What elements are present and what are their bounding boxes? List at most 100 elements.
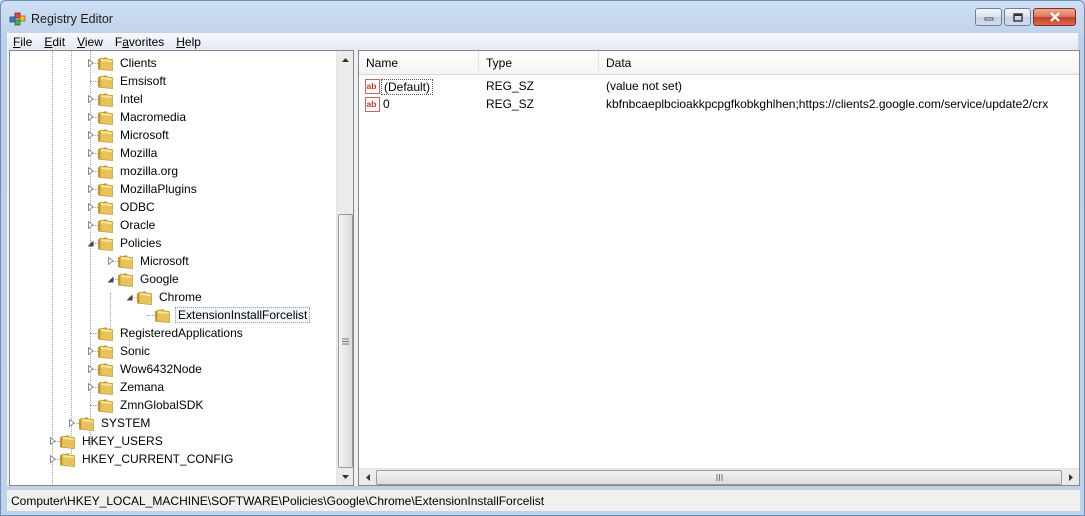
expand-arrow-icon[interactable]	[48, 437, 57, 446]
close-button[interactable]	[1033, 8, 1076, 26]
tree-item-label: MozillaPlugins	[120, 182, 197, 196]
tree-item-label: Policies	[120, 236, 162, 250]
list-header: Name Type Data	[359, 51, 1079, 75]
tree-item[interactable]: Macromedia	[86, 108, 188, 126]
title-bar[interactable]: Registry Editor	[1, 1, 1084, 33]
menu-view[interactable]: View	[71, 35, 109, 49]
column-header-data[interactable]: Data	[599, 51, 1079, 75]
scroll-up-arrow[interactable]	[337, 51, 353, 68]
key-tree: Clients Emsisoft Intel Macromedia Microsoft M…	[10, 51, 335, 485]
list-scroll-thumb[interactable]	[376, 470, 1062, 485]
tree-item[interactable]: Zemana	[86, 378, 166, 396]
tree-item-label: Microsoft	[140, 254, 189, 268]
tree-item[interactable]: Microsoft	[86, 126, 171, 144]
tree-item[interactable]: RegisteredApplications	[86, 324, 245, 342]
key-tree-pane[interactable]: Clients Emsisoft Intel Macromedia Microsoft M…	[9, 50, 354, 486]
value-name: 0	[383, 97, 390, 111]
tree-item[interactable]: Policies	[86, 234, 163, 252]
tree-vertical-scrollbar[interactable]	[336, 51, 353, 485]
tree-item[interactable]: Mozilla	[86, 144, 159, 162]
registry-editor-icon	[9, 12, 26, 26]
tree-item[interactable]: mozilla.org	[86, 162, 180, 180]
tree-item[interactable]: Clients	[86, 54, 159, 72]
expand-arrow-icon[interactable]	[86, 95, 95, 104]
folder-icon	[97, 92, 114, 107]
tree-item-label: Oracle	[120, 218, 156, 232]
menu-file[interactable]: File	[7, 35, 38, 49]
tree-item[interactable]: Emsisoft	[86, 72, 168, 90]
tree-item[interactable]: HKEY_USERS	[48, 432, 165, 450]
tree-item[interactable]: HKEY_CURRENT_CONFIG	[48, 450, 235, 468]
folder-icon	[97, 380, 114, 395]
expand-arrow-icon[interactable]	[86, 185, 95, 194]
tree-item[interactable]: ZmnGlobalSDK	[86, 396, 205, 414]
expand-arrow-icon[interactable]	[86, 131, 95, 140]
expand-arrow-icon[interactable]	[86, 383, 95, 392]
collapse-arrow-icon[interactable]	[106, 275, 115, 284]
list-horizontal-scrollbar[interactable]	[359, 468, 1079, 485]
folder-icon	[97, 362, 114, 377]
maximize-button[interactable]	[1004, 8, 1031, 26]
menu-favorites[interactable]: Favorites	[109, 35, 170, 49]
value-data: kbfnbcaeplbcioakkpcpgfkobkghlhen;https:/…	[606, 97, 1049, 111]
expand-arrow-icon[interactable]	[48, 455, 57, 464]
string-value-icon: ab	[365, 79, 380, 94]
folder-icon	[136, 290, 153, 305]
menu-edit[interactable]: Edit	[38, 35, 71, 49]
expand-arrow-icon[interactable]	[86, 149, 95, 158]
tree-scroll-thumb[interactable]	[338, 214, 353, 468]
client-area: Clients Emsisoft Intel Macromedia Microsoft M…	[7, 50, 1080, 486]
tree-connector-line	[71, 51, 72, 464]
values-list-pane[interactable]: Name Type Data ab (Default) REG_SZ (valu…	[358, 50, 1080, 486]
tree-item[interactable]: MozillaPlugins	[86, 180, 199, 198]
expand-arrow-icon[interactable]	[86, 167, 95, 176]
expand-arrow-icon[interactable]	[86, 221, 95, 230]
expand-arrow-icon[interactable]	[106, 257, 115, 266]
tree-item[interactable]: Intel	[86, 90, 145, 108]
expand-arrow-icon[interactable]	[86, 113, 95, 122]
tree-item[interactable]: ExtensionInstallForcelist	[143, 306, 311, 324]
tree-item[interactable]: SYSTEM	[67, 414, 152, 432]
svg-text:ab: ab	[367, 81, 377, 91]
triangle-down-icon	[342, 474, 349, 479]
expand-arrow-icon[interactable]	[86, 59, 95, 68]
tree-item[interactable]: Google	[106, 270, 181, 288]
tree-item[interactable]: Sonic	[86, 342, 152, 360]
tree-item-label: mozilla.org	[120, 164, 179, 178]
tree-item[interactable]: Microsoft	[106, 252, 191, 270]
collapse-arrow-icon[interactable]	[86, 239, 95, 248]
folder-icon	[154, 308, 171, 323]
scroll-left-arrow[interactable]	[359, 469, 376, 485]
value-row-default[interactable]: ab (Default) REG_SZ (value not set)	[359, 78, 1079, 96]
value-row-0[interactable]: ab 0 REG_SZ kbfnbcaeplbcioakkpcpgfkobkgh…	[359, 96, 1079, 114]
tree-item-label: Macromedia	[120, 110, 187, 124]
status-path: Computer\HKEY_LOCAL_MACHINE\SOFTWARE\Pol…	[11, 493, 545, 508]
tree-item-label: HKEY_CURRENT_CONFIG	[82, 452, 234, 466]
tree-item-label: ZmnGlobalSDK	[120, 398, 204, 412]
scroll-right-arrow[interactable]	[1062, 469, 1079, 485]
menu-help[interactable]: Help	[170, 35, 207, 49]
folder-icon	[78, 416, 95, 431]
folder-icon	[117, 254, 134, 269]
tree-item[interactable]: Oracle	[86, 216, 157, 234]
tree-item[interactable]: Chrome	[125, 288, 204, 306]
expand-arrow-icon[interactable]	[86, 347, 95, 356]
expand-arrow-icon[interactable]	[86, 365, 95, 374]
tree-item-label: Chrome	[159, 290, 202, 304]
registry-editor-window: Registry Editor File Edit View Favorites…	[0, 0, 1085, 516]
minimize-button[interactable]	[975, 8, 1002, 26]
expand-arrow-icon[interactable]	[86, 203, 95, 212]
folder-icon	[97, 146, 114, 161]
tree-item-label: Zemana	[120, 380, 165, 394]
expand-arrow-icon[interactable]	[67, 419, 76, 428]
tree-item[interactable]: ODBC	[86, 198, 157, 216]
svg-text:ab: ab	[367, 99, 377, 109]
column-header-name[interactable]: Name	[359, 51, 479, 75]
tree-item[interactable]: Wow6432Node	[86, 360, 204, 378]
scroll-down-arrow[interactable]	[337, 468, 353, 485]
folder-icon	[59, 434, 76, 449]
folder-icon	[97, 218, 114, 233]
triangle-up-icon	[342, 57, 349, 62]
column-header-type[interactable]: Type	[479, 51, 599, 75]
collapse-arrow-icon[interactable]	[125, 293, 134, 302]
